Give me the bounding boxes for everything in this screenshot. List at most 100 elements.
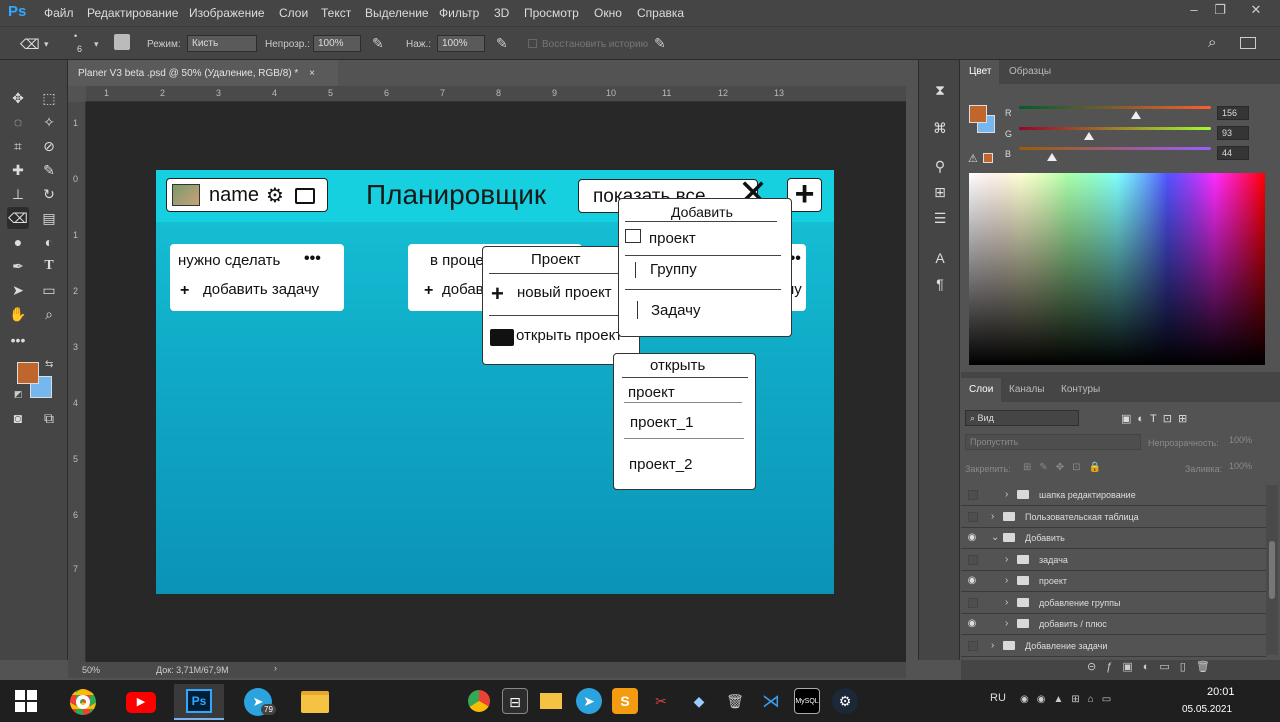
airbrush-icon[interactable]: ✎ — [496, 35, 508, 52]
fill-input[interactable]: 100% — [1229, 461, 1252, 471]
color-spectrum[interactable] — [969, 173, 1265, 365]
chevron-right-icon[interactable]: › — [991, 511, 994, 522]
settings-icon[interactable]: ⚙ — [266, 183, 284, 208]
chevron-down-icon[interactable]: ▾ — [94, 39, 99, 50]
steam-icon[interactable]: ⚙ — [832, 688, 858, 714]
gradient-tool-icon[interactable]: ▤ — [38, 207, 60, 229]
default-colors-icon[interactable]: ◩ — [14, 389, 23, 400]
layer-row[interactable]: ◉ › проект — [961, 571, 1266, 592]
character-panel-icon[interactable]: A — [929, 250, 951, 272]
chevron-right-icon[interactable]: › — [274, 663, 277, 673]
layer-row[interactable]: › задача — [961, 549, 1266, 571]
zoom-tool-icon[interactable]: ⌕ — [38, 303, 60, 325]
layer-row[interactable]: › шапка редактирование — [961, 485, 1266, 506]
history-brush-icon[interactable]: ↻ — [38, 183, 60, 205]
menu-edit[interactable]: Редактирование — [87, 6, 178, 20]
healing-brush-icon[interactable]: ✚ — [7, 159, 29, 181]
start-button[interactable] — [15, 690, 37, 712]
pressure-input[interactable]: 100% — [437, 35, 485, 52]
file-explorer-icon[interactable] — [290, 684, 340, 720]
clone-source-icon[interactable]: ⚲ — [929, 158, 951, 180]
open-project-2-item[interactable]: проект_2 — [629, 456, 692, 473]
chevron-down-icon[interactable]: ▾ — [44, 39, 49, 50]
menu-type[interactable]: Текст — [321, 6, 351, 20]
open-project-1-item[interactable]: проект_1 — [630, 414, 693, 431]
sublime-icon[interactable]: S — [612, 688, 638, 714]
logout-icon[interactable] — [295, 188, 315, 204]
red-slider-knob[interactable] — [1131, 111, 1142, 119]
gamut-swatch[interactable] — [983, 153, 993, 163]
recycle-bin-icon[interactable]: 🗑 — [722, 688, 748, 714]
visibility-toggle[interactable] — [968, 640, 978, 651]
close-window-button[interactable]: ✕ — [1244, 2, 1268, 22]
green-slider-track[interactable] — [1019, 127, 1211, 130]
pressure-opacity-icon[interactable]: ✎ — [372, 35, 384, 52]
add-task-link[interactable]: добавить задачу — [203, 281, 319, 298]
eye-icon[interactable]: ◉ — [965, 618, 979, 630]
add-button[interactable]: + — [787, 177, 822, 212]
opacity-input[interactable]: 100% — [313, 35, 361, 52]
eraser-tool-icon[interactable]: ⌫ — [20, 36, 40, 53]
brush-preset-picker[interactable]: • — [74, 31, 77, 41]
paragraph-panel-icon[interactable]: ¶ — [929, 276, 951, 298]
mysql-icon[interactable]: MySQL — [794, 688, 820, 714]
crop-tool-icon[interactable]: ⌗ — [7, 135, 29, 157]
new-project-item[interactable]: новый проект — [517, 284, 612, 301]
type-tool-icon[interactable]: T — [38, 255, 60, 277]
editor-icon[interactable]: ⊟ — [502, 688, 528, 714]
plus-icon[interactable]: + — [424, 282, 433, 300]
dodge-tool-icon[interactable]: ◐ — [38, 231, 60, 253]
filter-icons[interactable]: ▣◐T⊡⊞ — [1121, 412, 1193, 425]
file-explorer-icon[interactable] — [538, 688, 564, 714]
user-box[interactable]: name ⚙ — [166, 178, 328, 212]
minimize-button[interactable]: – — [1182, 2, 1206, 22]
plus-icon[interactable]: + — [180, 282, 189, 300]
clock-date[interactable]: 05.05.2021 — [1182, 704, 1232, 715]
document-tab[interactable]: Planer V3 beta .psd @ 50% (Удаление, RGB… — [68, 60, 338, 86]
input-language[interactable]: RU — [990, 692, 1006, 704]
menu-filter[interactable]: Фильтр — [439, 6, 479, 20]
layer-row[interactable]: ◉ ⌄ Добавить — [961, 528, 1266, 549]
visibility-toggle[interactable] — [968, 511, 978, 522]
layers-scrollbar[interactable] — [1266, 485, 1278, 655]
layer-row[interactable]: › добавление группы — [961, 592, 1266, 614]
notes-icon[interactable]: ◆ — [686, 688, 712, 714]
eye-icon[interactable]: ◉ — [965, 532, 979, 544]
telegram-icon[interactable]: ➤ 79 — [233, 684, 283, 720]
eraser-tool-icon[interactable]: ⌫ — [7, 207, 29, 229]
blend-mode-select[interactable]: Пропустить — [965, 434, 1141, 450]
brush-settings-icon[interactable]: ⌘ — [929, 120, 951, 142]
kind-filter-select[interactable]: ⌕ Вид — [965, 410, 1079, 426]
photoshop-taskbar-icon[interactable]: Ps — [174, 684, 224, 720]
pressure-size-icon[interactable]: ✎ — [654, 35, 666, 52]
stamp-tool-icon[interactable]: ⊥ — [7, 183, 29, 205]
red-slider-track[interactable] — [1019, 106, 1211, 109]
adjustments-icon[interactable]: ☰ — [929, 210, 951, 232]
youtube-icon[interactable]: ▶ — [116, 684, 166, 720]
chevron-right-icon[interactable]: › — [1005, 597, 1008, 608]
hand-tool-icon[interactable]: ✋ — [7, 303, 29, 325]
add-task-item[interactable]: Задачу — [651, 302, 700, 319]
layer-action-icons[interactable]: ⊝ƒ▣◐▭▯🗑 — [1087, 660, 1220, 673]
menu-file[interactable]: Файл — [44, 6, 74, 20]
blue-slider-knob[interactable] — [1047, 153, 1058, 161]
menu-view[interactable]: Просмотр — [524, 6, 579, 20]
more-tools-icon[interactable]: ••• — [7, 329, 29, 351]
swatches-icon[interactable]: ⊞ — [929, 184, 951, 206]
eyedropper-icon[interactable]: ⊘ — [38, 135, 60, 157]
path-selection-icon[interactable]: ➤ — [7, 279, 29, 301]
tab-layers[interactable]: Слои — [961, 378, 1002, 402]
search-icon[interactable]: ⌕ — [1208, 34, 1216, 51]
brush-panel-icon[interactable] — [114, 34, 130, 50]
layer-row[interactable]: › Пользовательская таблица — [961, 506, 1266, 528]
more-options-icon[interactable]: ••• — [304, 250, 321, 268]
foreground-color-swatch[interactable] — [17, 362, 39, 384]
visibility-toggle[interactable] — [968, 554, 978, 565]
history-checkbox[interactable] — [528, 39, 537, 48]
chrome-icon[interactable] — [466, 688, 492, 714]
design-artboard[interactable]: name ⚙ Планировщик показать все ✕ + нужн… — [156, 170, 834, 594]
menu-select[interactable]: Выделение — [365, 6, 429, 20]
paint-icon[interactable]: ✂ — [648, 688, 674, 714]
add-project-item[interactable]: проект — [649, 230, 696, 247]
menu-help[interactable]: Справка — [637, 6, 684, 20]
